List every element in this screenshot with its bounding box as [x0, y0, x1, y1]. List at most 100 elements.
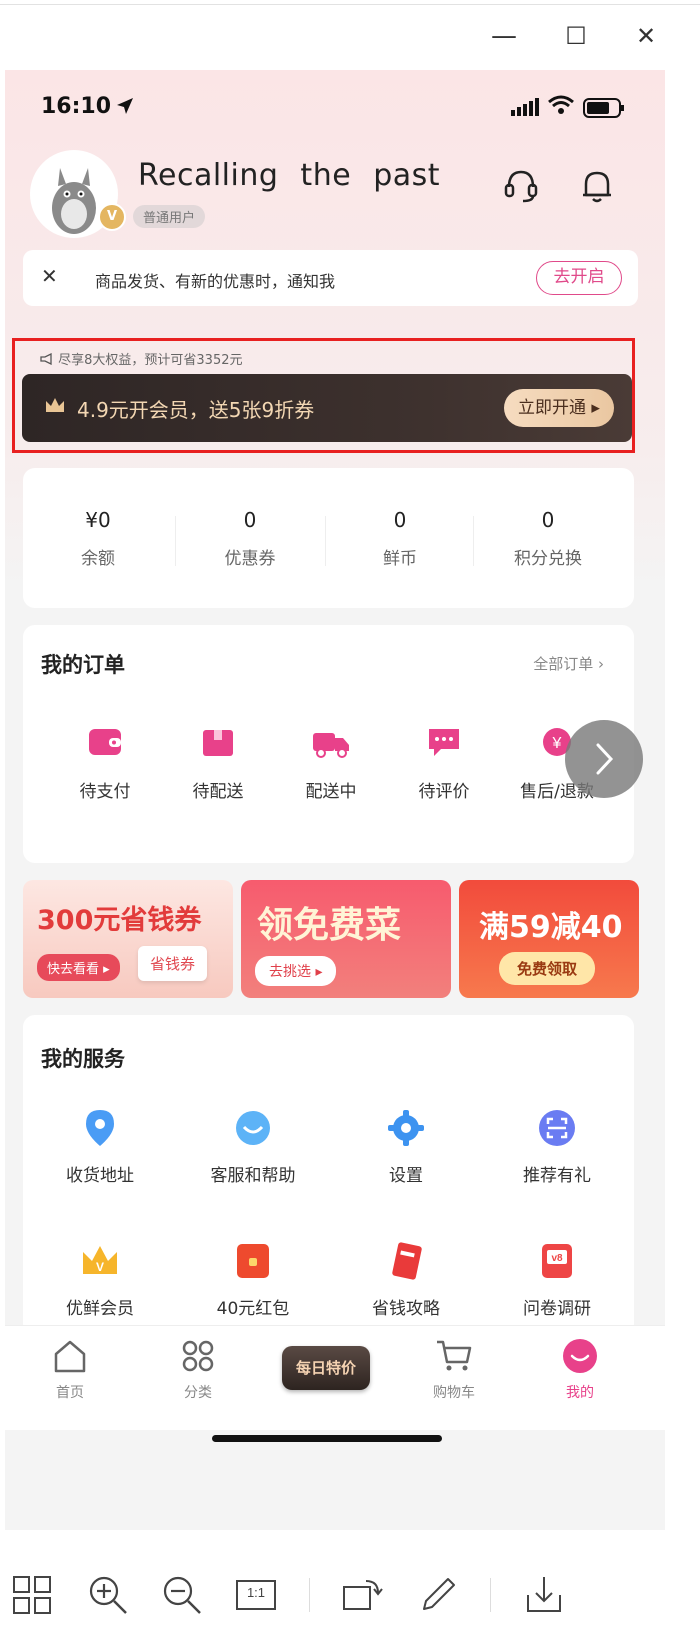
zoom-in-icon[interactable] [86, 1573, 130, 1617]
vip-promo-highlight: 尽享8大权益，预计可省3352元 4.9元开会员，送5张9折券 立即开通 ▸ [12, 338, 635, 453]
enable-notification-button[interactable]: 去开启 [536, 261, 622, 295]
vip-benefit-tip: 尽享8大权益，预计可省3352元 [40, 349, 243, 368]
survey-icon: v8 [542, 1244, 572, 1278]
banner-discount[interactable]: 满59减40 免费领取 [459, 880, 639, 998]
wallet-label: 积分兑换 [514, 549, 582, 569]
service-referral[interactable]: 推荐有礼 [487, 1107, 627, 1186]
order-pending-payment[interactable]: 待支付 [50, 725, 160, 802]
chevron-right-icon [596, 743, 614, 775]
vip-tip-text: 尽享8大权益，预计可省3352元 [58, 353, 243, 368]
tab-category[interactable]: 分类 [153, 1338, 243, 1402]
thumbnails-icon[interactable] [10, 1573, 54, 1617]
close-window-button[interactable]: ✕ [632, 22, 660, 50]
all-orders-link[interactable]: 全部订单 › [533, 653, 604, 674]
wallet-balance[interactable]: ¥0 余额 [23, 508, 173, 569]
tab-cart[interactable]: 购物车 [409, 1338, 499, 1402]
service-saving-guide[interactable]: 省钱攻略 [336, 1240, 476, 1319]
toolbar-separator [309, 1578, 310, 1612]
user-level-tag: 普通用户 [133, 205, 206, 228]
tab-label: 我的 [566, 1385, 594, 1401]
crown-icon: V [83, 1246, 117, 1274]
rotate-icon[interactable] [340, 1573, 384, 1617]
bell-icon[interactable] [580, 167, 614, 205]
svg-text:¥: ¥ [552, 735, 562, 752]
service-label: 客服和帮助 [210, 1166, 296, 1186]
category-grid-icon [182, 1340, 214, 1372]
orders-title: 我的订单 [41, 653, 125, 677]
coupon-guide-icon [392, 1242, 422, 1280]
service-label: 省钱攻略 [372, 1299, 440, 1319]
wallet-icon [89, 729, 121, 755]
service-label: 问卷调研 [523, 1299, 591, 1319]
notification-bar: ✕ 商品发货、有新的优惠时，通知我 去开启 [23, 250, 638, 306]
wallet-label: 优惠券 [224, 549, 276, 569]
wallet-label: 鲜币 [383, 549, 417, 569]
cart-icon [437, 1340, 472, 1371]
download-icon[interactable] [522, 1573, 566, 1617]
settings-gear-icon [388, 1110, 424, 1146]
service-label: 推荐有礼 [523, 1166, 591, 1186]
home-icon [54, 1340, 86, 1373]
open-vip-button[interactable]: 立即开通 ▸ [504, 389, 614, 427]
banner-title: 300元省钱券 [37, 905, 202, 936]
next-arrow-button[interactable] [565, 720, 643, 798]
tab-mine[interactable]: 我的 [535, 1338, 625, 1402]
minimize-button[interactable]: — [490, 22, 518, 50]
window-titlebar: — ☐ ✕ [0, 0, 700, 70]
svg-text:v8: v8 [551, 1253, 563, 1264]
username: Recalling the past [138, 158, 441, 193]
location-pin-icon [86, 1110, 114, 1146]
headset-icon[interactable] [503, 167, 539, 205]
customer-service-icon [236, 1111, 270, 1145]
bottom-tab-bar: 首页 分类 每日特价 购物车 我的 [5, 1325, 665, 1430]
wallet-fresh-coins[interactable]: 0 鲜币 [325, 508, 475, 569]
vip-promo-bar[interactable]: 4.9元开会员，送5张9折券 立即开通 ▸ [22, 374, 632, 442]
red-packet-icon [237, 1244, 269, 1278]
service-survey[interactable]: v8 问卷调研 [487, 1240, 627, 1319]
my-orders-card: 我的订单 全部订单 › 待支付 待配送 配送中 待评价 ¥ 售后/退款 [23, 625, 634, 863]
service-premium-member[interactable]: V 优鲜会员 [30, 1240, 170, 1319]
tab-label: 购物车 [433, 1385, 475, 1401]
location-arrow-icon [117, 98, 133, 114]
service-label: 收货地址 [66, 1166, 134, 1186]
wallet-label: 余额 [81, 549, 115, 569]
service-red-packet[interactable]: 40元红包 [183, 1240, 323, 1319]
maximize-button[interactable]: ☐ [562, 22, 590, 50]
wallet-coupons[interactable]: 0 优惠券 [175, 508, 325, 569]
zoom-out-icon[interactable] [160, 1573, 204, 1617]
tab-label: 分类 [184, 1385, 212, 1401]
wifi-icon [548, 95, 574, 114]
order-pending-review[interactable]: 待评价 [389, 725, 499, 802]
actual-size-button[interactable]: 1:1 [234, 1573, 278, 1617]
order-label: 配送中 [305, 782, 357, 802]
signal-icon [511, 98, 539, 116]
order-label: 待支付 [79, 782, 131, 802]
megaphone-icon [40, 352, 52, 366]
wallet-value: 0 [393, 508, 407, 532]
order-pending-delivery[interactable]: 待配送 [163, 725, 273, 802]
my-services-card: 我的服务 收货地址 客服和帮助 设置 推荐有礼 V 优鲜会员 40元红包 省钱攻… [23, 1015, 634, 1335]
banner-saving-coupon[interactable]: 300元省钱券 快去看看 ▸ 省钱券 [23, 880, 233, 998]
vip-promo-text: 4.9元开会员，送5张9折券 [77, 398, 315, 422]
vip-level-badge: V [98, 203, 126, 231]
banner-free-vegetables[interactable]: 领免费菜 去挑选 ▸ [241, 880, 451, 998]
titlebar-divider [0, 4, 700, 5]
service-address[interactable]: 收货地址 [30, 1107, 170, 1186]
order-in-delivery[interactable]: 配送中 [276, 725, 386, 802]
edit-pen-icon[interactable] [416, 1573, 460, 1617]
phone-screen: 16:10 V Recalling the past 普通用户 ✕ 商品发货、有… [5, 70, 665, 1530]
delivery-truck-icon [313, 733, 349, 758]
wallet-value: 0 [541, 508, 555, 532]
tab-home[interactable]: 首页 [25, 1338, 115, 1402]
toolbar-separator [490, 1578, 491, 1612]
close-notification-icon[interactable]: ✕ [41, 264, 58, 288]
service-settings[interactable]: 设置 [336, 1107, 476, 1186]
zoom-actual-label: 1:1 [246, 1585, 266, 1600]
daily-special-button[interactable]: 每日特价 [282, 1346, 370, 1390]
wallet-summary: ¥0 余额 0 优惠券 0 鲜币 0 积分兑换 [23, 468, 634, 608]
service-label: 优鲜会员 [66, 1299, 134, 1319]
service-customer-help[interactable]: 客服和帮助 [183, 1107, 323, 1186]
battery-icon [583, 98, 624, 118]
wallet-points[interactable]: 0 积分兑换 [473, 508, 623, 569]
services-title: 我的服务 [41, 1047, 125, 1071]
